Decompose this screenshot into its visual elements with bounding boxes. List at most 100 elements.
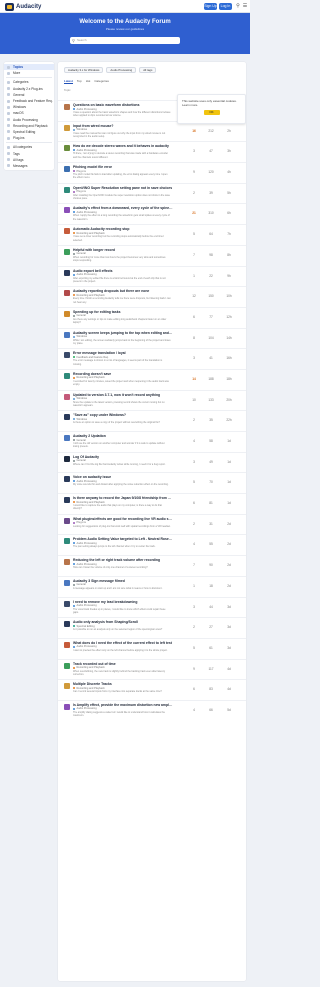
topic-title[interactable]: Helpful with longer record xyxy=(73,248,173,252)
activity-time[interactable]: 4d xyxy=(222,667,236,671)
avatar[interactable] xyxy=(64,186,70,193)
avatar[interactable] xyxy=(64,662,70,669)
avatar[interactable] xyxy=(64,414,70,421)
topic-row[interactable]: What plugins/effects are good for record… xyxy=(58,513,246,535)
activity-time[interactable]: 5h xyxy=(222,191,236,195)
activity-time[interactable]: 2d xyxy=(222,563,236,567)
topic-row[interactable]: Audio only analysis from Shaping/Scroll S… xyxy=(58,617,246,638)
topic-row[interactable]: Log Of Audacity General Where can I find t… xyxy=(58,451,246,473)
topic-title[interactable]: Audacity 2 Updation xyxy=(73,434,173,438)
activity-time[interactable]: 2d xyxy=(222,542,236,546)
topic-title[interactable]: Audacity 3 Sign message filmed xyxy=(73,579,173,583)
topic-row[interactable]: Is Amplify effect, provide the maximum d… xyxy=(58,699,246,721)
signup-button[interactable]: Sign Up xyxy=(204,3,217,10)
sidebar-item-plug-ins[interactable]: Plug-ins xyxy=(4,135,54,141)
topic-row[interactable]: Speeding up for editing tasks General Are … xyxy=(58,306,246,328)
activity-time[interactable]: 2d xyxy=(222,584,236,588)
topic-title[interactable]: Automatic Audacity recording stop xyxy=(73,227,173,231)
activity-time[interactable]: 5d xyxy=(222,708,236,712)
activity-time[interactable]: 3d xyxy=(222,625,236,629)
avatar[interactable] xyxy=(64,124,70,131)
topic-row[interactable]: Audacity 3 Sign message filmed General A m… xyxy=(58,575,246,597)
topic-row[interactable]: What does do I need the effect of the cu… xyxy=(58,637,246,659)
topic-row[interactable]: Voice on audacity issue Audio Processing M… xyxy=(58,472,246,493)
topic-title[interactable]: Updated to version 3.7.1, now it won't r… xyxy=(73,393,173,397)
avatar[interactable] xyxy=(64,600,70,607)
topic-row[interactable]: Helpful with longer record General When re… xyxy=(58,244,246,266)
topic-column-header[interactable]: Topic xyxy=(64,88,71,92)
topic-title[interactable]: Pitching model file error xyxy=(73,165,173,169)
topic-row[interactable]: Multiple Discrete Tracks Recording and Pl… xyxy=(58,679,246,700)
topic-title[interactable]: Audacity screen keeps jumping to the top… xyxy=(73,331,173,335)
activity-time[interactable]: 3d xyxy=(222,646,236,650)
avatar[interactable] xyxy=(64,228,70,235)
tag-filter[interactable]: All tags xyxy=(139,67,157,73)
avatar[interactable] xyxy=(64,517,70,524)
search-icon[interactable]: ⚲ xyxy=(235,3,241,9)
avatar[interactable] xyxy=(64,166,70,173)
activity-time[interactable]: 2h xyxy=(222,129,236,133)
avatar[interactable] xyxy=(64,352,70,359)
avatar[interactable] xyxy=(64,393,70,400)
activity-time[interactable]: 3h xyxy=(222,149,236,153)
topic-title[interactable]: What plugins/effects are good for record… xyxy=(73,517,173,521)
topic-title[interactable]: How do we decode stereo waves and It beh… xyxy=(73,144,173,148)
activity-time[interactable]: 20h xyxy=(222,398,236,402)
topic-row[interactable]: I need to remove my lead breakdowning Aud… xyxy=(58,596,246,618)
topic-title[interactable]: "Save as" copy under Windows? xyxy=(73,413,173,417)
avatar[interactable] xyxy=(64,455,70,462)
topic-row[interactable]: Audacity 2 Updation General I still use th… xyxy=(58,431,246,452)
avatar[interactable] xyxy=(64,104,70,110)
tab-categories[interactable]: Categories xyxy=(94,78,109,84)
topic-title[interactable]: Audacity reporting dropouts but there ar… xyxy=(73,289,173,293)
avatar[interactable] xyxy=(64,497,70,504)
cookie-ok-button[interactable]: OK xyxy=(203,110,220,115)
topic-row[interactable]: Audacity screen keeps jumping to the top… xyxy=(58,327,246,349)
avatar[interactable] xyxy=(64,559,70,566)
banner-subtitle[interactable]: Please review our guidelines xyxy=(0,27,250,31)
topic-row[interactable]: Is there anyway to record the Japan 9/10… xyxy=(58,493,246,514)
topic-row[interactable]: Problem Audio Setting Value targeted to … xyxy=(58,534,246,555)
topic-row[interactable]: Audacity's effect from a downward, every… xyxy=(58,203,246,224)
activity-time[interactable]: 1d xyxy=(222,460,236,464)
activity-time[interactable]: 3d xyxy=(222,605,236,609)
activity-time[interactable]: 12h xyxy=(222,315,236,319)
avatar[interactable] xyxy=(64,372,70,379)
avatar[interactable] xyxy=(64,579,70,586)
avatar[interactable] xyxy=(64,476,70,483)
activity-time[interactable]: 8h xyxy=(222,253,236,257)
topic-title[interactable]: Problem Audio Setting Value targeted to … xyxy=(73,537,173,541)
topic-title[interactable]: Track recorded out of time xyxy=(73,662,173,666)
avatar[interactable] xyxy=(64,641,70,648)
tab-latest[interactable]: Latest xyxy=(64,78,73,84)
topic-row[interactable]: Reducing the left or right track volume … xyxy=(58,555,246,576)
activity-time[interactable]: 18h xyxy=(222,377,236,381)
topic-title[interactable]: Input from wired mouse? xyxy=(73,124,173,128)
avatar[interactable] xyxy=(64,290,70,297)
activity-time[interactable]: 7h xyxy=(222,232,236,236)
activity-time[interactable]: 2d xyxy=(222,522,236,526)
avatar[interactable] xyxy=(64,310,70,317)
topic-title[interactable]: Reducing the left or right track volume … xyxy=(73,558,173,562)
topic-title[interactable]: Audacity's effect from a downward, every… xyxy=(73,206,173,210)
topic-row[interactable]: Recording doesn't save Recording and Play… xyxy=(58,368,246,390)
search-input[interactable]: ⚲ Search xyxy=(70,37,180,44)
activity-time[interactable]: 10h xyxy=(222,294,236,298)
activity-time[interactable]: 1d xyxy=(222,439,236,443)
tab-top[interactable]: Top xyxy=(77,78,82,84)
topic-title[interactable]: Error message translation / loyal xyxy=(73,351,173,355)
topic-title[interactable]: OpenVINO Super Resolution setting pane n… xyxy=(73,186,173,190)
activity-time[interactable]: 14h xyxy=(222,336,236,340)
topic-title[interactable]: Audio only analysis from Shaping/Scroll xyxy=(73,620,173,624)
topic-title[interactable]: I need to remove my lead breakdowning xyxy=(73,600,173,604)
sidebar-item-messages[interactable]: Messages xyxy=(4,163,54,169)
category-filter[interactable]: Audacity 3.x for Windows xyxy=(64,67,104,73)
login-button[interactable]: Log In xyxy=(219,3,232,10)
site-logo[interactable]: Audacity xyxy=(5,2,41,11)
activity-time[interactable]: 9h xyxy=(222,274,236,278)
topic-row[interactable]: Error message translation / loyal Feedbac… xyxy=(58,348,246,369)
topic-row[interactable]: Automatic Audacity recording stop Recordi… xyxy=(58,224,246,245)
avatar[interactable] xyxy=(64,331,70,338)
topic-row[interactable]: "Save as" copy under Windows? Windows Is t… xyxy=(58,410,246,431)
topic-title[interactable]: Audio export bell effects xyxy=(73,269,173,273)
